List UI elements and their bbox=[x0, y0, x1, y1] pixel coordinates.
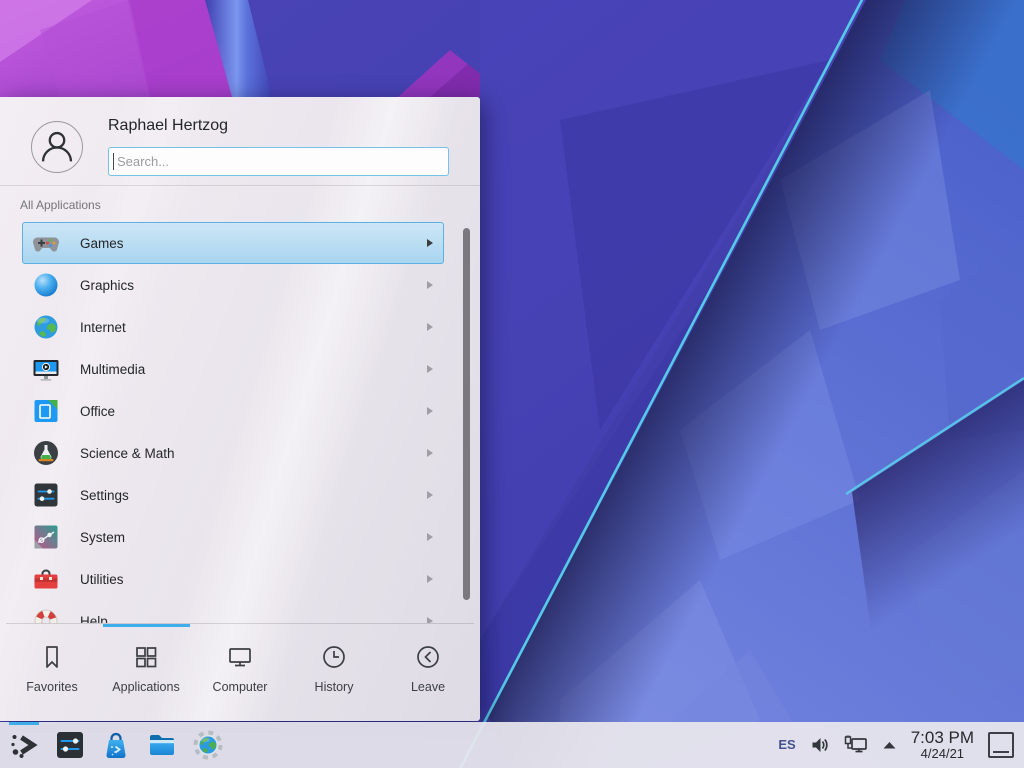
menu-category-label: Office bbox=[80, 404, 115, 419]
menu-category-multimedia[interactable]: Multimedia bbox=[22, 348, 444, 390]
menu-category-settings[interactable]: Settings bbox=[22, 474, 444, 516]
menu-category-label: Settings bbox=[80, 488, 129, 503]
clock-date: 4/24/21 bbox=[911, 747, 974, 761]
category-list: Games Graphics bbox=[0, 222, 480, 623]
active-indicator bbox=[9, 722, 39, 725]
user-avatar[interactable] bbox=[31, 121, 83, 173]
tab-leave[interactable]: Leave bbox=[381, 627, 475, 721]
menu-category-label: Internet bbox=[80, 320, 126, 335]
clock-icon bbox=[320, 643, 348, 671]
tab-label: Computer bbox=[213, 680, 268, 694]
taskbar-launchers bbox=[0, 729, 224, 761]
graphics-icon bbox=[32, 271, 60, 299]
globe-gear-icon bbox=[192, 729, 224, 761]
multimedia-icon bbox=[32, 355, 60, 383]
games-icon bbox=[32, 229, 60, 257]
tab-label: Applications bbox=[112, 680, 179, 694]
menu-category-label: Multimedia bbox=[80, 362, 145, 377]
submenu-arrow-icon bbox=[427, 575, 433, 583]
science-icon bbox=[32, 439, 60, 467]
submenu-arrow-icon bbox=[427, 281, 433, 289]
tab-history[interactable]: History bbox=[287, 627, 381, 721]
system-settings-icon bbox=[54, 729, 86, 761]
network-icon[interactable] bbox=[844, 735, 868, 755]
submenu-arrow-icon bbox=[427, 407, 433, 415]
volume-icon[interactable] bbox=[810, 735, 830, 755]
tab-label: Favorites bbox=[26, 680, 77, 694]
scrollbar-thumb[interactable] bbox=[463, 228, 470, 600]
menu-category-label: Games bbox=[80, 236, 124, 251]
submenu-arrow-icon bbox=[427, 239, 433, 247]
system-tray: ES 7:03 PM 4/24/21 bbox=[778, 729, 1024, 762]
application-launcher-menu: Raphael Hertzog All Applications Games bbox=[0, 97, 480, 721]
menu-category-label: Help bbox=[80, 614, 108, 624]
kickoff-icon bbox=[8, 729, 40, 761]
menu-category-games[interactable]: Games bbox=[22, 222, 444, 264]
tab-applications[interactable]: Applications bbox=[99, 627, 193, 721]
internet-icon bbox=[32, 313, 60, 341]
digital-clock[interactable]: 7:03 PM 4/24/21 bbox=[911, 729, 974, 762]
utilities-icon bbox=[32, 565, 60, 593]
discover-button[interactable] bbox=[100, 729, 132, 761]
submenu-arrow-icon bbox=[427, 533, 433, 541]
menu-category-label: Utilities bbox=[80, 572, 124, 587]
submenu-arrow-icon bbox=[427, 365, 433, 373]
settings-icon bbox=[32, 481, 60, 509]
system-icon bbox=[32, 523, 60, 551]
menu-category-help[interactable]: Help bbox=[22, 600, 444, 623]
header-divider bbox=[0, 185, 480, 186]
computer-icon bbox=[226, 643, 254, 671]
system-settings-button[interactable] bbox=[54, 729, 86, 761]
text-caret bbox=[113, 153, 114, 170]
menu-category-science-math[interactable]: Science & Math bbox=[22, 432, 444, 474]
search-input[interactable] bbox=[108, 147, 449, 176]
submenu-arrow-icon bbox=[427, 323, 433, 331]
menu-category-utilities[interactable]: Utilities bbox=[22, 558, 444, 600]
leave-icon bbox=[414, 643, 442, 671]
section-label: All Applications bbox=[20, 198, 101, 212]
menu-category-label: Science & Math bbox=[80, 446, 175, 461]
menu-category-graphics[interactable]: Graphics bbox=[22, 264, 444, 306]
menu-category-label: System bbox=[80, 530, 125, 545]
keyboard-layout-indicator[interactable]: ES bbox=[778, 737, 795, 752]
application-launcher-button[interactable] bbox=[8, 729, 40, 761]
office-icon bbox=[32, 397, 60, 425]
expand-tray-icon[interactable] bbox=[882, 739, 897, 751]
help-icon bbox=[32, 607, 60, 623]
user-icon bbox=[32, 122, 82, 172]
discover-icon bbox=[100, 729, 132, 761]
submenu-arrow-icon bbox=[427, 449, 433, 457]
web-browser-button[interactable] bbox=[192, 729, 224, 761]
tab-favorites[interactable]: Favorites bbox=[5, 627, 99, 721]
list-divider bbox=[6, 623, 474, 624]
tab-bar: Favorites Applications Computer bbox=[0, 627, 480, 721]
user-name: Raphael Hertzog bbox=[108, 117, 228, 135]
menu-category-office[interactable]: Office bbox=[22, 390, 444, 432]
tab-label: Leave bbox=[411, 680, 445, 694]
grid-icon bbox=[132, 643, 160, 671]
menu-category-label: Graphics bbox=[80, 278, 134, 293]
submenu-arrow-icon bbox=[427, 491, 433, 499]
bookmark-icon bbox=[38, 643, 66, 671]
clock-time: 7:03 PM bbox=[911, 729, 974, 748]
show-desktop-button[interactable] bbox=[988, 732, 1014, 758]
folder-icon bbox=[146, 729, 178, 761]
tab-computer[interactable]: Computer bbox=[193, 627, 287, 721]
menu-category-internet[interactable]: Internet bbox=[22, 306, 444, 348]
tab-label: History bbox=[315, 680, 354, 694]
menu-category-system[interactable]: System bbox=[22, 516, 444, 558]
file-manager-button[interactable] bbox=[146, 729, 178, 761]
taskbar: ES 7:03 PM 4/24/21 bbox=[0, 722, 1024, 768]
